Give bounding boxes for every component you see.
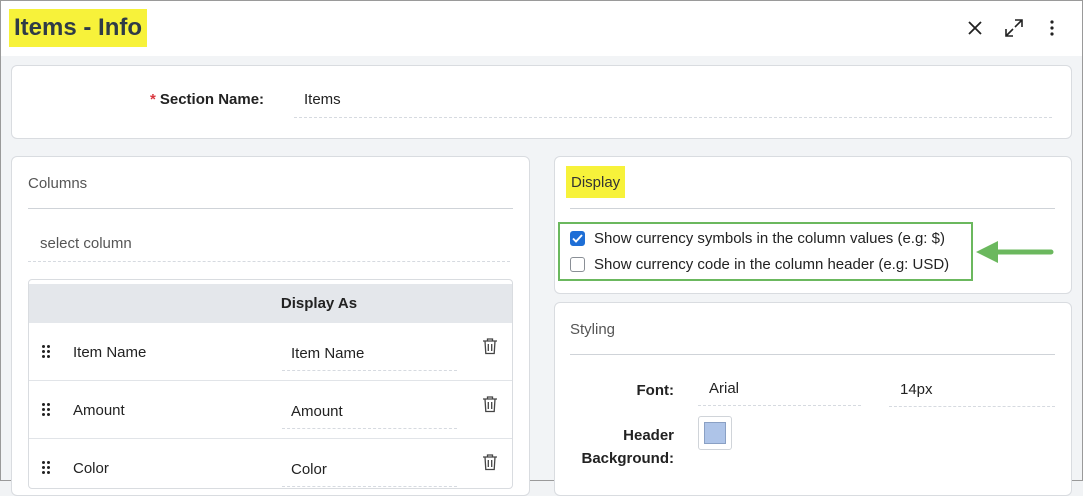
currency-symbols-option[interactable]: Show currency symbols in the column valu… — [570, 228, 945, 248]
table-header: Display As — [29, 284, 512, 323]
more-options-icon[interactable] — [1040, 15, 1064, 41]
expand-icon[interactable] — [1002, 15, 1026, 41]
currency-code-label: Show currency code in the column header … — [594, 255, 950, 273]
column-name: Item Name — [73, 344, 147, 361]
trash-icon[interactable] — [482, 453, 498, 471]
columns-divider — [28, 208, 513, 209]
trash-icon[interactable] — [482, 337, 498, 355]
header-background-color-picker[interactable] — [698, 416, 732, 450]
required-mark: * — [150, 91, 156, 108]
table-row: Color Color — [29, 439, 512, 488]
drag-handle-icon[interactable] — [42, 461, 52, 475]
trash-icon[interactable] — [482, 395, 498, 413]
display-as-input[interactable]: Amount — [282, 395, 457, 429]
table-row: Amount Amount — [29, 381, 512, 439]
section-name-label: * Section Name: — [150, 91, 265, 108]
styling-panel-title: Styling — [570, 321, 616, 338]
drag-handle-icon[interactable] — [42, 345, 52, 359]
dialog-header: Items - Info — [1, 1, 1082, 56]
display-panel-title: Display — [566, 166, 626, 198]
column-name: Color — [73, 460, 109, 477]
font-label: Font: — [636, 382, 674, 399]
select-column-input[interactable]: select column — [28, 226, 510, 262]
columns-table: Display As Item Name Item Name Amount Am… — [28, 279, 513, 489]
display-as-header: Display As — [280, 295, 358, 312]
currency-symbols-label: Show currency symbols in the column valu… — [594, 229, 945, 247]
close-icon[interactable] — [963, 15, 987, 41]
display-as-input[interactable]: Color — [282, 453, 457, 487]
styling-divider — [570, 354, 1055, 355]
currency-symbols-checkbox[interactable] — [570, 230, 585, 246]
dialog-title: Items - Info — [9, 9, 148, 47]
columns-panel-title: Columns — [28, 175, 88, 192]
color-swatch — [704, 422, 726, 444]
font-size-select[interactable]: 14px — [889, 373, 1055, 407]
currency-code-option[interactable]: Show currency code in the column header … — [570, 254, 949, 274]
display-as-input[interactable]: Item Name — [282, 337, 457, 371]
font-family-select[interactable]: Arial — [698, 372, 861, 406]
column-name: Amount — [73, 402, 125, 419]
header-background-label: Header Background: — [581, 427, 674, 467]
table-row: Item Name Item Name — [29, 323, 512, 381]
section-name-input[interactable]: Items — [294, 82, 1052, 118]
display-divider — [570, 208, 1055, 209]
currency-code-checkbox[interactable] — [570, 256, 585, 272]
annotation-arrow-icon — [976, 241, 1054, 263]
drag-handle-icon[interactable] — [42, 403, 52, 417]
